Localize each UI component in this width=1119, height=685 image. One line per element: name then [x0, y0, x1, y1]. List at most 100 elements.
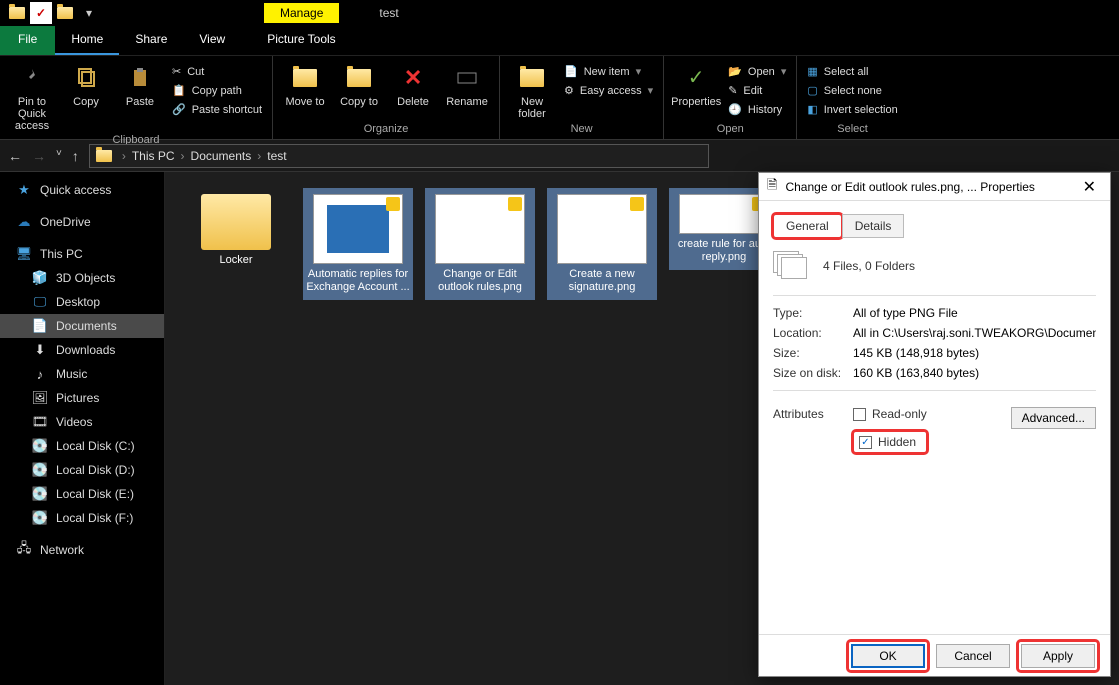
app-icon[interactable] — [6, 2, 28, 24]
music-icon: ♪ — [32, 366, 48, 382]
ribbon-group-organize: Move to Copy to ✕Delete Rename Organize — [273, 56, 500, 139]
open-icon: 📂 — [728, 65, 742, 78]
path-icon: 📋 — [172, 84, 186, 97]
qat-btn[interactable]: ✓ — [30, 2, 52, 24]
label: 3D Objects — [56, 271, 115, 285]
thumbnail — [313, 194, 403, 264]
file-item[interactable]: Automatic replies for Exchange Account .… — [303, 188, 413, 300]
chevron-down-icon: ▾ — [636, 65, 642, 78]
ok-button[interactable]: OK — [851, 644, 925, 668]
copy-to-button[interactable]: Copy to — [335, 60, 383, 108]
checkbox-checked-icon: ✓ — [859, 436, 872, 449]
document-icon: 🗎 — [767, 176, 777, 198]
sidebar-item-desktop[interactable]: 🖵Desktop — [0, 290, 164, 314]
rename-icon — [456, 64, 478, 92]
qat-dropdown[interactable]: ▾ — [78, 2, 100, 24]
sidebar-item-pictures[interactable]: 🖼 Pictures — [0, 386, 164, 410]
new-folder-button[interactable]: New folder — [508, 60, 556, 120]
sidebar-item-disk-c[interactable]: 💽Local Disk (C:) — [0, 434, 164, 458]
qat-btn[interactable] — [54, 2, 76, 24]
advanced-button[interactable]: Advanced... — [1011, 407, 1096, 429]
tab-view[interactable]: View — [183, 26, 241, 55]
close-button[interactable]: ✕ — [1077, 177, 1102, 197]
move-to-button[interactable]: Move to — [281, 60, 329, 108]
rename-button[interactable]: Rename — [443, 60, 491, 108]
dialog-titlebar: 🗎 Change or Edit outlook rules.png, ... … — [759, 173, 1110, 201]
quick-access-toolbar: ✓ ▾ — [0, 2, 100, 24]
copy-button[interactable]: Copy — [62, 60, 110, 108]
tab-picture-tools[interactable]: Picture Tools — [251, 26, 351, 55]
edit-button[interactable]: ✎Edit — [726, 83, 788, 98]
recent-dropdown[interactable]: ˅ — [56, 148, 62, 164]
copy-folder-icon — [347, 64, 371, 92]
shortcut-icon: 🔗 — [172, 103, 186, 116]
contextual-tab-manage[interactable]: Manage — [264, 3, 339, 23]
back-button[interactable]: ← — [8, 148, 22, 164]
picture-icon: 🖼 — [32, 390, 48, 406]
crumb-documents[interactable]: Documents — [191, 149, 252, 163]
select-all-button[interactable]: ▦Select all — [805, 64, 899, 79]
open-button[interactable]: 📂Open▾ — [726, 64, 788, 79]
invert-selection-button[interactable]: ◧Invert selection — [805, 102, 899, 117]
crumb-current[interactable]: test — [267, 149, 286, 163]
sidebar-item-documents[interactable]: 📄Documents — [0, 314, 164, 338]
tab-file[interactable]: File — [0, 26, 55, 55]
sidebar-item-3d-objects[interactable]: 🧊3D Objects — [0, 266, 164, 290]
ribbon-group-select: ▦Select all ▢Select none ◧Invert selecti… — [797, 56, 907, 139]
star-icon: ★ — [16, 182, 32, 198]
apply-button[interactable]: Apply — [1021, 644, 1095, 668]
crumb-this-pc[interactable]: This PC — [132, 149, 175, 163]
folder-item[interactable]: Locker — [181, 188, 291, 273]
file-item[interactable]: Change or Edit outlook rules.png — [425, 188, 535, 300]
type-value: All of type PNG File — [853, 306, 1096, 320]
up-button[interactable]: ↑ — [72, 148, 79, 164]
breadcrumb[interactable]: › This PC › Documents › test — [89, 144, 709, 168]
tab-share[interactable]: Share — [119, 26, 183, 55]
sidebar-item-music[interactable]: ♪Music — [0, 362, 164, 386]
delete-button[interactable]: ✕Delete — [389, 60, 437, 108]
cancel-button[interactable]: Cancel — [936, 644, 1010, 668]
easy-access-button[interactable]: ⚙Easy access▾ — [562, 83, 655, 98]
sidebar-item-disk-e[interactable]: 💽Local Disk (E:) — [0, 482, 164, 506]
group-label: Organize — [281, 121, 491, 137]
title-bar: ✓ ▾ Manage test — [0, 0, 1119, 26]
sidebar-item-disk-d[interactable]: 💽Local Disk (D:) — [0, 458, 164, 482]
ribbon-group-open: ✓Properties 📂Open▾ ✎Edit 🕘History Open — [664, 56, 797, 139]
sidebar-item-onedrive[interactable]: ☁OneDrive — [0, 210, 164, 234]
chevron-down-icon: ▾ — [648, 84, 654, 97]
sidebar-item-disk-f[interactable]: 💽Local Disk (F:) — [0, 506, 164, 530]
hidden-checkbox[interactable]: ✓ Hidden — [853, 431, 927, 453]
sidebar-item-quick-access[interactable]: ★Quick access — [0, 178, 164, 202]
lock-icon — [386, 197, 400, 211]
ribbon-group-clipboard: Pin to Quick access Copy Paste ✂Cut 📋 Cop… — [0, 56, 273, 139]
paste-button[interactable]: Paste — [116, 60, 164, 108]
tab-general[interactable]: General — [773, 214, 842, 238]
copy-path-button[interactable]: 📋 Copy path — [170, 83, 264, 98]
label: Local Disk (D:) — [56, 463, 135, 477]
tab-home[interactable]: Home — [55, 26, 119, 55]
location-label: Location: — [773, 326, 853, 340]
thumbnail — [557, 194, 647, 264]
disk-icon: 💽 — [32, 510, 48, 526]
chevron-right-icon: › — [122, 149, 126, 163]
forward-button[interactable]: → — [32, 148, 46, 164]
sidebar-item-this-pc[interactable]: 🖥This PC — [0, 242, 164, 266]
paste-shortcut-button[interactable]: 🔗Paste shortcut — [170, 102, 264, 117]
properties-icon: ✓ — [688, 64, 705, 92]
readonly-checkbox[interactable]: Read-only — [853, 407, 927, 421]
label: Copy path — [192, 85, 242, 97]
sidebar-item-downloads[interactable]: ⬇Downloads — [0, 338, 164, 362]
sidebar-item-videos[interactable]: 🎞Videos — [0, 410, 164, 434]
cut-button[interactable]: ✂Cut — [170, 64, 264, 79]
sidebar-item-network[interactable]: 🖧Network — [0, 538, 164, 562]
label: Pictures — [56, 391, 99, 405]
pin-quick-access-button[interactable]: Pin to Quick access — [8, 60, 56, 132]
dialog-title: Change or Edit outlook rules.png, ... Pr… — [785, 180, 1034, 194]
new-item-button[interactable]: 📄New item▾ — [562, 64, 655, 79]
label: Network — [40, 543, 84, 557]
properties-button[interactable]: ✓Properties — [672, 60, 720, 108]
history-button[interactable]: 🕘History — [726, 102, 788, 117]
select-none-button[interactable]: ▢Select none — [805, 83, 899, 98]
file-item[interactable]: Create a new signature.png — [547, 188, 657, 300]
tab-details[interactable]: Details — [842, 214, 905, 238]
